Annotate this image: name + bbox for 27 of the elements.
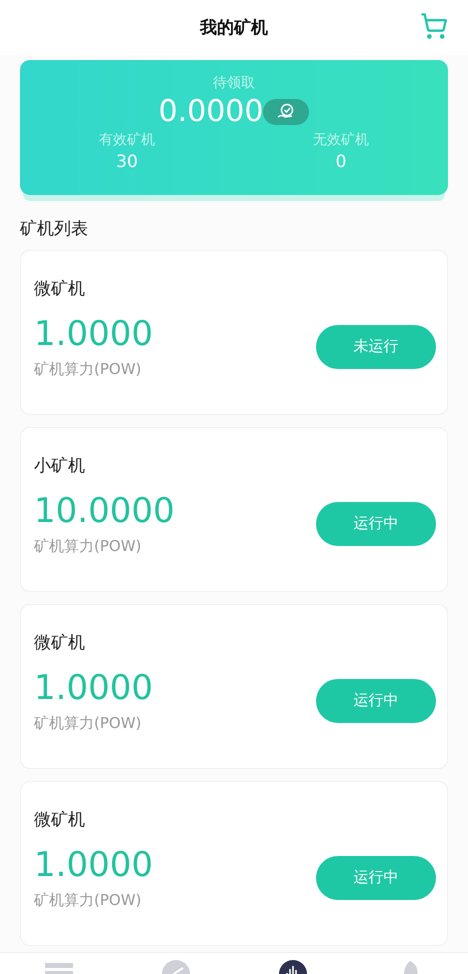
hash-power-value: 1.0000 — [34, 845, 153, 885]
pending-label: 待领取 — [213, 74, 255, 92]
stat-value: 0 — [336, 152, 346, 172]
machine-name: 微矿机 — [34, 632, 86, 654]
hash-power-label: 矿机算力(POW) — [34, 537, 142, 556]
stat-value: 30 — [116, 152, 138, 172]
machine-name: 微矿机 — [34, 278, 86, 300]
machine-name: 小矿机 — [34, 455, 86, 477]
section-title: 矿机列表 — [20, 218, 89, 240]
hash-power-value: 10.0000 — [34, 491, 175, 531]
hash-power-label: 矿机算力(POW) — [34, 360, 142, 379]
machine-name: 微矿机 — [34, 809, 86, 831]
cart-icon[interactable] — [420, 12, 448, 40]
stat-label: 有效矿机 — [99, 131, 155, 149]
status-button[interactable]: 运行中 — [316, 678, 436, 722]
page-title: 我的矿机 — [200, 17, 268, 39]
status-button[interactable]: 运行中 — [316, 502, 436, 546]
claim-button[interactable] — [263, 98, 310, 124]
status-button[interactable]: 运行中 — [316, 856, 436, 900]
claim-icon — [277, 102, 296, 120]
hash-power-label: 矿机算力(POW) — [34, 891, 142, 910]
stat-label: 无效矿机 — [313, 131, 369, 149]
hash-power-value: 1.0000 — [34, 668, 153, 708]
hash-power-value: 1.0000 — [34, 314, 153, 354]
pending-value: 0.0000 — [158, 94, 264, 129]
hash-power-label: 矿机算力(POW) — [34, 714, 142, 733]
status-button[interactable]: 未运行 — [316, 324, 436, 368]
